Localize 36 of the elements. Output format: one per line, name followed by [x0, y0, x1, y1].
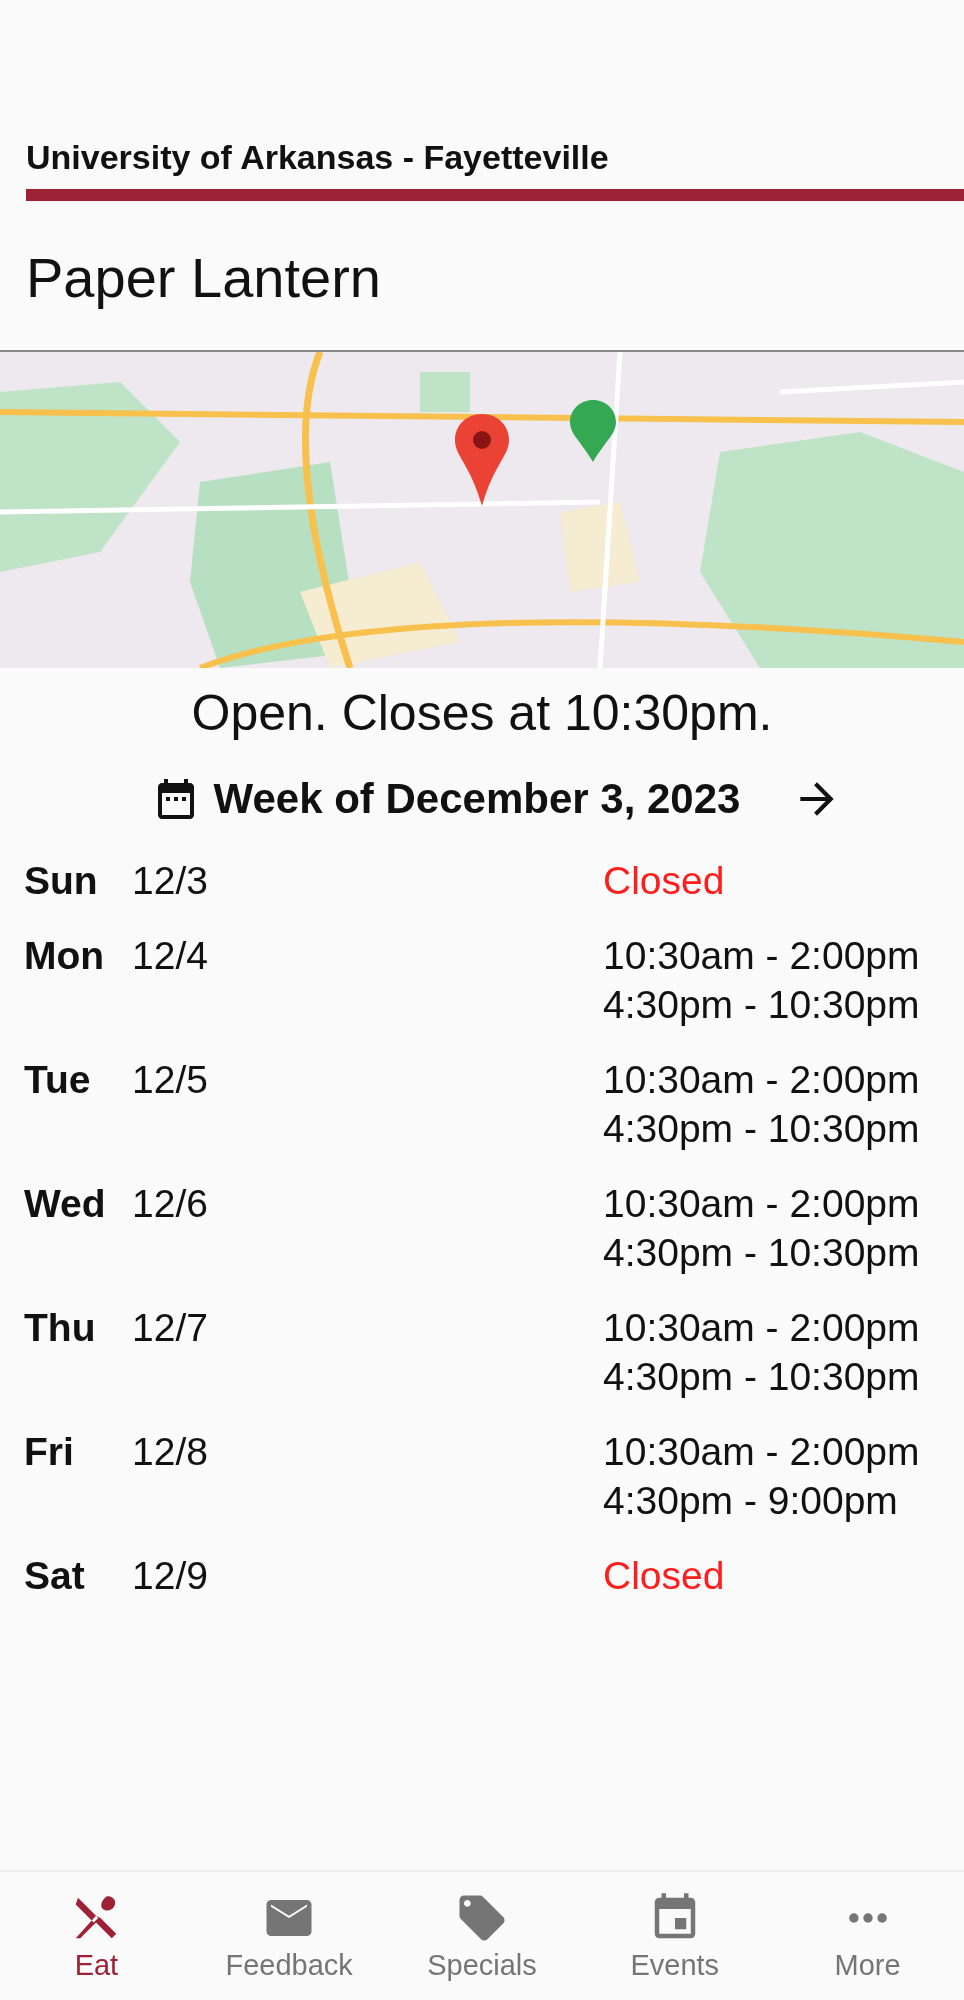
day-name: Tue [24, 1057, 92, 1103]
day-name: Wed [24, 1181, 107, 1227]
opening-hours: 4:30pm - 10:30pm [603, 1354, 920, 1400]
day-name: Thu [24, 1305, 97, 1351]
nav-tab[interactable]: Feedback [192, 1872, 386, 2000]
opening-hours: 10:30am - 2:00pm [603, 1181, 920, 1227]
day-name: Mon [24, 933, 106, 979]
opening-hours: 10:30am - 2:00pm [603, 1057, 920, 1103]
day-date: 12/8 [132, 1429, 209, 1475]
venue-title: Paper Lantern [25, 245, 382, 311]
nav-tab[interactable]: Specials [385, 1872, 579, 2000]
opening-hours: Closed [603, 1553, 725, 1599]
opening-hours: 4:30pm - 9:00pm [603, 1478, 899, 1524]
day-date: 12/7 [132, 1305, 209, 1351]
day-date: 12/4 [132, 933, 209, 979]
opening-hours: 4:30pm - 10:30pm [603, 982, 920, 1028]
more-icon [847, 1911, 888, 1924]
opening-hours: 4:30pm - 10:30pm [603, 1106, 920, 1152]
nav-tab[interactable]: Events [578, 1872, 772, 2000]
day-date: 12/3 [132, 858, 209, 904]
week-label: Week of December 3, 2023 [213, 775, 741, 823]
opening-hours: 4:30pm - 10:30pm [603, 1230, 920, 1276]
opening-hours: 10:30am - 2:00pm [603, 933, 920, 979]
day-name: Fri [24, 1429, 75, 1475]
opening-hours: 10:30am - 2:00pm [603, 1429, 920, 1475]
open-status: Open. Closes at 10:30pm. [190, 684, 774, 742]
day-date: 12/6 [132, 1181, 209, 1227]
day-date: 12/9 [132, 1553, 209, 1599]
day-name: Sun [24, 858, 99, 904]
opening-hours: 10:30am - 2:00pm [603, 1305, 920, 1351]
day-name: Sat [24, 1553, 86, 1599]
day-date: 12/5 [132, 1057, 209, 1103]
nav-tab[interactable]: More [771, 1872, 964, 2000]
opening-hours: Closed [603, 858, 725, 904]
nav-tab[interactable]: Eat [0, 1872, 193, 2000]
organization-title: University of Arkansas - Fayetteville [25, 138, 610, 177]
